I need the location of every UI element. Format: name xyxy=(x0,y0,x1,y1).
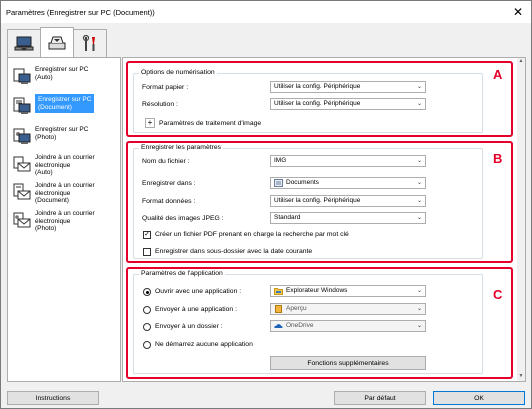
sidebar-item-label: Joindre à un courrier électronique (Auto… xyxy=(35,154,95,176)
resolution-value: Utiliser la config. Périphérique xyxy=(274,100,361,107)
defaults-label: Par défaut xyxy=(364,394,396,402)
data-format-value: Utiliser la config. Périphérique xyxy=(274,197,361,204)
title-bar: Paramètres (Enregistrer sur PC (Document… xyxy=(1,1,531,23)
open-app-select[interactable]: Explorateur Windows ⌄ xyxy=(270,285,426,297)
email-document-icon xyxy=(13,183,31,200)
vertical-scrollbar[interactable]: ▲ ▼ xyxy=(517,58,525,381)
scroll-down-icon[interactable]: ▼ xyxy=(517,373,525,381)
send-folder-select[interactable]: OneDrive ⌄ xyxy=(270,320,426,332)
scan-options-title: Options de numérisation xyxy=(139,69,217,76)
scan-from-operation-panel-icon xyxy=(48,36,66,49)
general-settings-icon xyxy=(82,34,95,51)
section-a-marker: A xyxy=(493,67,503,82)
jpeg-quality-value: Standard xyxy=(274,214,301,221)
instructions-button[interactable]: Instructions xyxy=(7,391,99,405)
file-name-label: Nom du fichier : xyxy=(142,158,190,165)
tab-scan-from-operation-panel[interactable] xyxy=(40,27,74,57)
send-app-value: Aperçu xyxy=(286,305,307,312)
scroll-up-icon[interactable]: ▲ xyxy=(517,58,525,66)
sidebar: Enregistrer sur PC (Auto) Enregistrer su… xyxy=(7,57,121,382)
windows-explorer-icon xyxy=(274,288,283,295)
save-in-select[interactable]: Documents ⌄ xyxy=(270,177,426,189)
ok-label: OK xyxy=(474,394,484,402)
scan-from-computer-icon xyxy=(14,36,34,51)
close-icon[interactable]: ✕ xyxy=(511,5,525,19)
paper-size-select[interactable]: Utiliser la config. Périphérique ⌄ xyxy=(270,81,426,93)
image-processing-label: Paramètres de traitement d'image xyxy=(159,120,262,127)
sidebar-item-save-pc-document[interactable]: Enregistrer sur PC (Document) xyxy=(12,94,116,124)
tab-scan-from-computer[interactable] xyxy=(7,29,41,57)
chevron-down-icon: ⌄ xyxy=(416,101,422,107)
save-pc-document-icon xyxy=(13,97,31,114)
save-settings-title: Enregistrer les paramètres xyxy=(139,144,224,151)
send-folder-value: OneDrive xyxy=(286,322,314,329)
paper-size-label: Format papier : xyxy=(142,84,189,91)
no-app-label: Ne démarrez aucune application xyxy=(155,341,253,348)
data-format-select[interactable]: Utiliser la config. Périphérique ⌄ xyxy=(270,195,426,207)
email-photo-icon xyxy=(13,212,31,228)
chevron-down-icon: ⌄ xyxy=(416,306,422,312)
sidebar-item-save-pc-photo[interactable]: Enregistrer sur PC (Photo) xyxy=(12,124,116,154)
sidebar-item-email-document[interactable]: Joindre à un courrier électronique (Docu… xyxy=(12,180,116,210)
send-app-label: Envoyer à une application : xyxy=(155,306,237,313)
preview-app-icon xyxy=(275,305,282,313)
send-folder-label: Envoyer à un dossier : xyxy=(155,323,223,330)
resolution-select[interactable]: Utiliser la config. Périphérique ⌄ xyxy=(270,98,426,110)
paper-size-value: Utiliser la config. Périphérique xyxy=(274,83,361,90)
chevron-down-icon: ⌄ xyxy=(416,180,422,186)
chevron-down-icon: ⌄ xyxy=(416,158,422,164)
file-name-input[interactable]: IMG ⌄ xyxy=(270,155,426,167)
send-app-select[interactable]: Aperçu ⌄ xyxy=(270,303,426,315)
jpeg-quality-label: Qualité des images JPEG : xyxy=(142,215,224,222)
more-functions-label: Fonctions supplémentaires xyxy=(307,359,389,367)
send-folder-radio[interactable] xyxy=(143,323,151,331)
more-functions-button[interactable]: Fonctions supplémentaires xyxy=(270,356,426,370)
sidebar-item-email-auto[interactable]: Joindre à un courrier électronique (Auto… xyxy=(12,152,116,182)
data-format-label: Format données : xyxy=(142,198,196,205)
chevron-down-icon: ⌄ xyxy=(416,288,422,294)
sidebar-item-label: Joindre à un courrier électronique (Docu… xyxy=(35,182,95,204)
sidebar-item-label: Enregistrer sur PC (Document) xyxy=(35,94,95,113)
chevron-down-icon: ⌄ xyxy=(416,84,422,90)
settings-window: Paramètres (Enregistrer sur PC (Document… xyxy=(0,0,532,409)
sidebar-item-label: Joindre à un courrier électronique (Phot… xyxy=(35,210,95,232)
open-app-radio[interactable] xyxy=(143,288,151,296)
app-settings-title: Paramètres de l'application xyxy=(139,270,225,277)
send-app-radio[interactable] xyxy=(143,306,151,314)
ok-button[interactable]: OK xyxy=(433,391,525,405)
jpeg-quality-select[interactable]: Standard ⌄ xyxy=(270,212,426,224)
save-in-label: Enregistrer dans : xyxy=(142,180,196,187)
chevron-down-icon: ⌄ xyxy=(416,198,422,204)
chevron-down-icon: ⌄ xyxy=(416,323,422,329)
email-auto-icon xyxy=(13,156,31,172)
documents-folder-icon xyxy=(274,179,283,187)
save-pc-photo-icon xyxy=(13,128,31,144)
expand-image-processing-button[interactable]: + xyxy=(145,118,155,128)
section-b-marker: B xyxy=(493,151,503,166)
tab-general-settings[interactable] xyxy=(73,29,107,57)
keyword-pdf-checkbox[interactable]: ✓ xyxy=(143,231,151,239)
open-app-value: Explorateur Windows xyxy=(286,287,348,294)
sidebar-item-email-photo[interactable]: Joindre à un courrier électronique (Phot… xyxy=(12,208,116,238)
chevron-down-icon: ⌄ xyxy=(416,215,422,221)
window-title: Paramètres (Enregistrer sur PC (Document… xyxy=(6,7,155,17)
save-in-value: Documents xyxy=(286,179,319,186)
subfolder-checkbox[interactable] xyxy=(143,248,151,256)
save-pc-auto-icon xyxy=(13,68,31,84)
section-c-marker: C xyxy=(493,287,503,302)
subfolder-label: Enregistrer dans sous-dossier avec la da… xyxy=(155,248,313,255)
onedrive-cloud-icon xyxy=(274,324,283,328)
resolution-label: Résolution : xyxy=(142,101,178,108)
keyword-pdf-label: Créer un fichier PDF prenant en charge l… xyxy=(155,231,349,238)
no-app-radio[interactable] xyxy=(143,341,151,349)
sidebar-item-label: Enregistrer sur PC (Auto) xyxy=(35,66,89,81)
open-app-label: Ouvrir avec une application : xyxy=(155,288,242,295)
instructions-label: Instructions xyxy=(35,394,71,402)
sidebar-item-save-pc-auto[interactable]: Enregistrer sur PC (Auto) xyxy=(12,64,116,94)
defaults-button[interactable]: Par défaut xyxy=(334,391,426,405)
tab-strip xyxy=(7,27,107,57)
file-name-value: IMG xyxy=(274,157,287,164)
sidebar-item-label: Enregistrer sur PC (Photo) xyxy=(35,126,89,141)
